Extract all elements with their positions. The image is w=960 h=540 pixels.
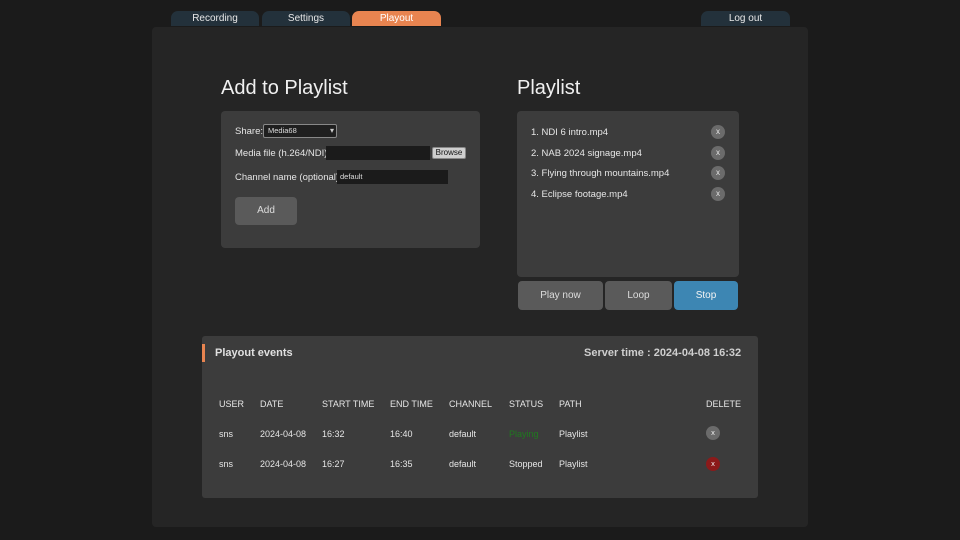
cell-path: Playlist [559,459,588,469]
cell-start-time: 16:27 [322,459,345,469]
logout-button[interactable]: Log out [701,11,790,26]
playlist-item: 1. NDI 6 intro.mp4 [531,127,609,138]
share-label: Share: [235,126,263,137]
playlist-title: Playlist [517,77,581,99]
tab-settings[interactable]: Settings [262,11,350,26]
remove-item-button[interactable]: x [711,146,725,160]
remove-item-button[interactable]: x [711,166,725,180]
column-header-start-time: START TIME [322,399,375,409]
column-header-channel: CHANNEL [449,399,493,409]
cell-user: sns [219,459,234,469]
tab-playout[interactable]: Playout [352,11,441,26]
column-header-user: USER [219,399,245,409]
browse-button[interactable]: Browse [432,147,466,159]
loop-button[interactable]: Loop [605,281,672,310]
chevron-down-icon: ▾ [329,126,334,135]
add-button[interactable]: Add [235,197,297,225]
status-stopped: Stopped [509,459,543,469]
remove-item-button[interactable]: x [711,125,725,139]
channel-name-label: Channel name (optional): [235,172,342,183]
column-header-status: STATUS [509,399,544,409]
column-header-end-time: END TIME [390,399,433,409]
cell-date: 2024-04-08 [260,459,307,469]
media-file-label: Media file (h.264/NDI): [235,148,331,159]
cell-channel: default [449,429,477,439]
column-header-date: DATE [260,399,284,409]
cell-end-time: 16:40 [390,429,413,439]
remove-item-button[interactable]: x [711,187,725,201]
share-select[interactable]: Media68 ▾ [263,124,337,138]
add-to-playlist-title: Add to Playlist [221,77,348,99]
playlist-item: 2. NAB 2024 signage.mp4 [531,148,642,159]
delete-event-button[interactable]: x [706,457,720,471]
delete-event-button[interactable]: x [706,426,720,440]
cell-path: Playlist [559,429,588,439]
status-playing: Playing [509,429,539,439]
media-file-input[interactable] [326,146,430,160]
playout-events-panel [202,336,758,498]
tab-recording[interactable]: Recording [171,11,259,26]
playlist-item: 4. Eclipse footage.mp4 [531,189,628,200]
cell-channel: default [449,459,477,469]
channel-name-input[interactable]: default [337,170,448,184]
column-header-path: PATH [559,399,582,409]
play-now-button[interactable]: Play now [518,281,603,310]
share-select-value: Media68 [268,126,297,135]
playout-events-title: Playout events [215,347,293,359]
cell-start-time: 16:32 [322,429,345,439]
cell-date: 2024-04-08 [260,429,307,439]
column-header-delete: DELETE [706,399,742,409]
playlist-item: 3. Flying through mountains.mp4 [531,168,670,179]
server-time: Server time : 2024-04-08 16:32 [584,347,742,359]
cell-end-time: 16:35 [390,459,413,469]
cell-user: sns [219,429,234,439]
stop-button[interactable]: Stop [674,281,738,310]
section-accent-bar [202,344,205,362]
